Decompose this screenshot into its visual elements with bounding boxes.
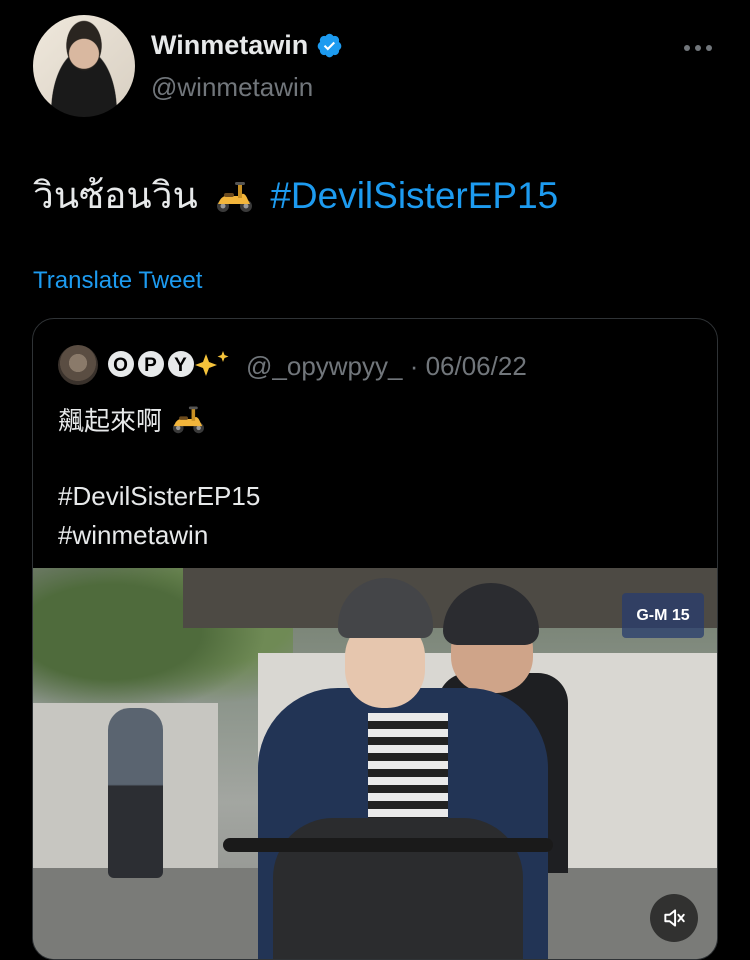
author-name[interactable]: Winmetawin <box>151 30 308 61</box>
quoted-author-avatar[interactable] <box>58 345 98 385</box>
tweet-text: วินซ้อนวิน #DevilSisterEP15 <box>33 166 558 225</box>
motor-scooter-icon <box>169 403 207 435</box>
author-name-row[interactable]: Winmetawin <box>151 30 343 61</box>
motor-scooter-icon <box>214 178 254 214</box>
media-handlebars <box>223 838 553 852</box>
quoted-text: 飆起來啊 <box>58 406 163 436</box>
translate-tweet-link[interactable]: Translate Tweet <box>33 267 202 295</box>
verified-badge-icon <box>316 32 343 59</box>
quoted-hashtag-2[interactable]: #winmetawin <box>58 520 208 551</box>
media-background-person <box>108 708 163 878</box>
quoted-text-line1: 飆起來啊 <box>58 401 207 438</box>
svg-text:O: O <box>113 355 129 376</box>
author-avatar[interactable] <box>33 15 135 117</box>
svg-text:Y: Y <box>174 355 188 376</box>
quoted-handle-date[interactable]: @_opywpyy_ · 06/06/22 <box>246 351 527 382</box>
svg-text:P: P <box>144 355 158 376</box>
quoted-tweet-card[interactable]: O P Y @_opywpyy_ · 06/06/22 飆起來啊 #DevilS… <box>32 318 718 960</box>
quoted-author-name[interactable]: O P Y <box>106 347 236 380</box>
mute-icon[interactable] <box>650 894 698 942</box>
tweet-hashtag-link[interactable]: #DevilSisterEP15 <box>270 175 558 216</box>
author-handle[interactable]: @winmetawin <box>151 72 313 103</box>
tweet-body: วินซ้อนวิน <box>33 175 198 216</box>
channel-logo: G-M 15 <box>622 593 704 638</box>
quoted-video-media[interactable]: G-M 15 <box>33 568 717 959</box>
more-options-icon[interactable] <box>684 38 716 58</box>
quoted-hashtag-1[interactable]: #DevilSisterEP15 <box>58 481 260 512</box>
